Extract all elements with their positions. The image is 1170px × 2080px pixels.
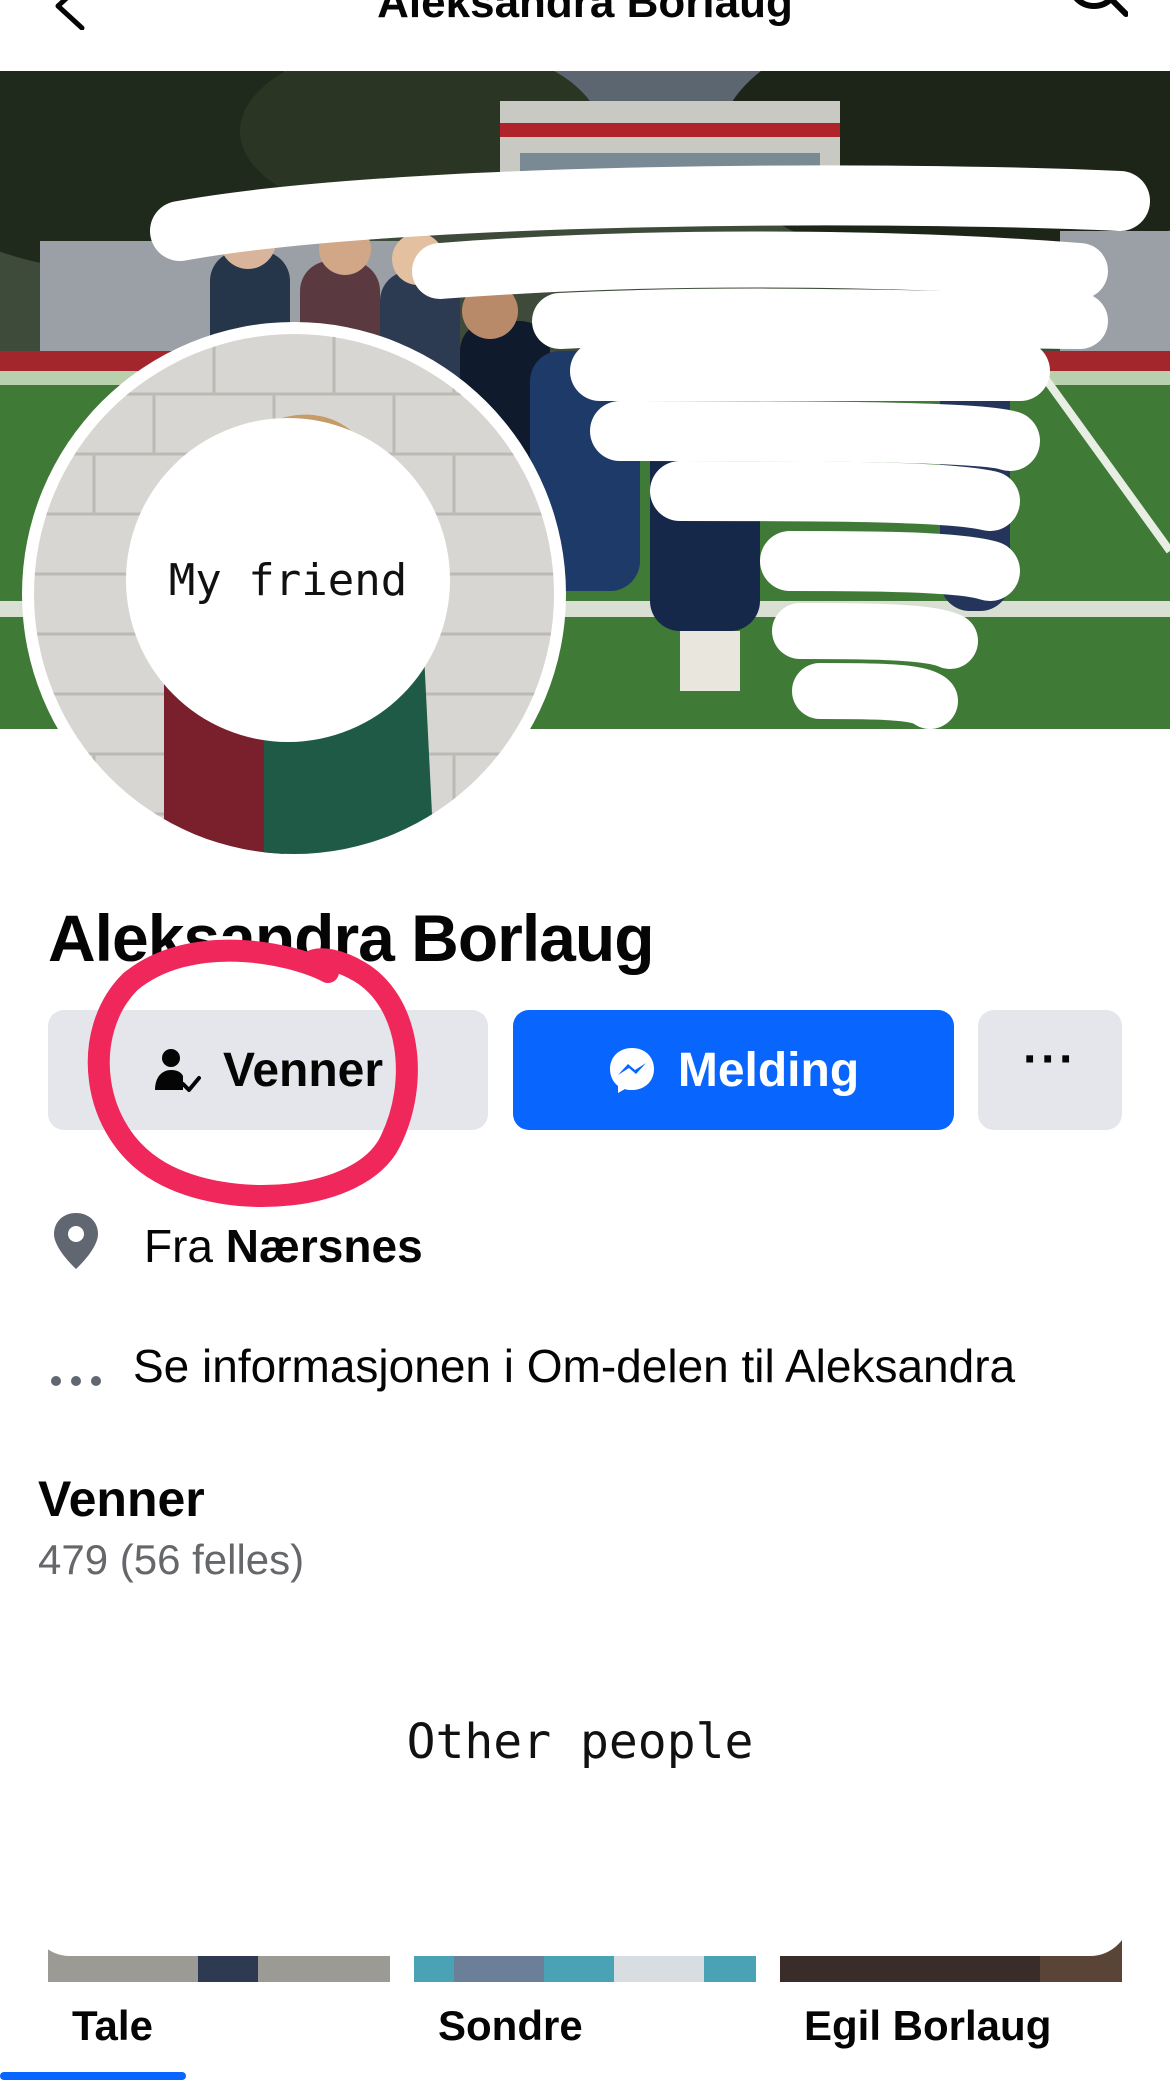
location-place[interactable]: Nærsnes	[226, 1220, 423, 1272]
more-dots-icon: ···	[1023, 1033, 1077, 1086]
friend-name: Tale	[72, 2002, 153, 2049]
avatar-label-overlay: My friend	[126, 418, 450, 742]
friends-overlay: Other people	[30, 1620, 1130, 1956]
friends-button-label: Venner	[222, 1043, 384, 1097]
message-button-label: Melding	[677, 1043, 860, 1097]
friends-count: 479 (56 felles)	[38, 1536, 305, 1583]
about-link[interactable]: Se informasjonen i Om-delen til Aleksand…	[133, 1339, 1015, 1393]
avatar-label: My friend	[168, 554, 408, 606]
search-icon[interactable]	[1060, 0, 1128, 30]
more-options-button[interactable]: ···	[978, 1010, 1122, 1130]
about-row[interactable]: Se informasjonen i Om-delen til Aleksand…	[0, 1325, 1170, 1405]
friend-name: Egil Borlaug	[804, 2002, 1052, 2049]
tab-indicator	[0, 2072, 186, 2080]
more-horizontal-icon	[51, 1376, 101, 1386]
friends-button[interactable]: Venner	[48, 1010, 488, 1130]
location-row: Fra Nærsnes	[0, 1205, 1170, 1285]
top-nav-bar: Aleksandra Borlaug	[0, 0, 1170, 71]
location-pin-icon	[54, 1213, 98, 1269]
friends-heading: Venner	[38, 1471, 205, 1527]
messenger-icon	[609, 1048, 654, 1093]
message-button[interactable]: Melding	[513, 1010, 954, 1130]
page-title: Aleksandra Borlaug	[377, 0, 793, 27]
location-prefix: Fra	[144, 1220, 213, 1272]
friend-check-icon	[154, 1049, 201, 1092]
overlay-label: Other people	[406, 1714, 754, 1770]
profile-name: Aleksandra Borlaug	[48, 901, 655, 975]
friend-name: Sondre	[438, 2002, 583, 2049]
